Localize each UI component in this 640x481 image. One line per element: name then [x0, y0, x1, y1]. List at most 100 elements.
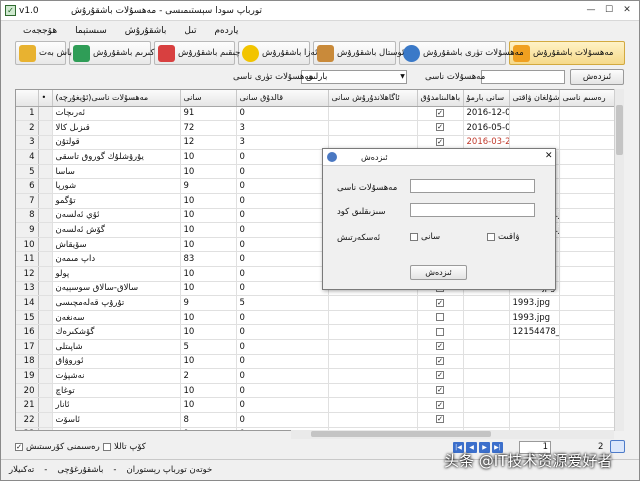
cell-rated[interactable]: ✓: [417, 339, 464, 355]
toolbar-products-button[interactable]: مەھسۇلات باشقۇرۇش: [509, 41, 625, 65]
toolbar-expenses-button[interactable]: چىقىم باشقۇرۇش: [154, 41, 240, 65]
cell-remaining: 0: [236, 281, 329, 297]
product-name-search-input[interactable]: [481, 70, 565, 84]
row-checkbox[interactable]: ✓: [436, 298, 444, 307]
dialog-time-checkbox[interactable]: ۋاقىت: [487, 232, 519, 242]
table-row[interactable]: 19 نەشپۈت 2 0 ✓: [16, 368, 617, 384]
cell-name: داپ مىمەن: [52, 251, 181, 268]
row-checkbox[interactable]: [436, 327, 444, 336]
menu-file[interactable]: ھۆججەت: [23, 26, 57, 36]
table-row[interactable]: 18 ئوروۋاق 10 0 ✓: [16, 354, 617, 370]
close-icon[interactable]: ✕: [619, 4, 635, 17]
cell-remaining: 0: [236, 178, 329, 195]
horizontal-scroll-thumb[interactable]: [311, 431, 491, 437]
cell-alert: [328, 339, 418, 355]
minimize-icon[interactable]: —: [583, 4, 599, 17]
title-bar: ✓ v1.0 تورباپ سودا سېستىمىسى - مەھسۇلات …: [1, 1, 639, 21]
table-row[interactable]: 17 شاپىتلى 5 0 ✓: [16, 339, 617, 355]
cell-rated[interactable]: [417, 310, 464, 326]
table-row[interactable]: 21 ئانار 10 0 ✓: [16, 397, 617, 413]
qty-checkbox-box[interactable]: [410, 233, 418, 241]
search-button[interactable]: ئىزدەش: [570, 69, 624, 85]
row-checkbox[interactable]: ✓: [436, 386, 444, 395]
vertical-scroll-thumb[interactable]: [616, 105, 623, 155]
dialog-close-icon[interactable]: ✕: [545, 151, 553, 161]
table-row[interactable]: 14 تۇرۇپ قەلەمچىسى 9 5 ✓ 1993.jpg: [16, 295, 617, 311]
chevron-down-icon[interactable]: ▼: [398, 71, 407, 83]
col-header-name[interactable]: مەھسۇلات ناسى(ئۇيغۇرچە): [52, 90, 181, 107]
cell-remaining: 3: [236, 120, 329, 136]
row-checkbox[interactable]: ✓: [436, 108, 444, 117]
col-header-has-qty[interactable]: سانى بارمۇ: [463, 90, 510, 107]
toolbar-home-button[interactable]: باش بەت: [15, 41, 72, 65]
row-checkbox[interactable]: ✓: [436, 400, 444, 409]
row-checkbox[interactable]: ✓: [436, 356, 444, 365]
cell-rated[interactable]: ✓: [417, 397, 464, 413]
cell-name: پولو: [52, 266, 181, 282]
row-marker: [38, 310, 53, 326]
table-row[interactable]: 20 توغاچ 10 0 ✓: [16, 383, 617, 399]
grid-vertical-scrollbar[interactable]: [614, 89, 624, 431]
cell-added-time: [463, 383, 510, 399]
cell-rated[interactable]: ✓: [417, 368, 464, 384]
multi-select-checkbox[interactable]: كۆپ تاللا: [103, 442, 146, 452]
toolbar-product-types-button[interactable]: مەھسۇلات تۈرى باشقۇرۇش: [399, 41, 524, 65]
row-number: 2: [16, 120, 39, 136]
row-checkbox[interactable]: ✓: [436, 137, 444, 146]
cell-rated[interactable]: ✓: [417, 120, 464, 136]
dialog-name-input[interactable]: [410, 179, 535, 193]
col-header-added-time[interactable]: قوشۇلغان ۋاقتى: [509, 90, 560, 107]
cell-rated[interactable]: ✓: [417, 106, 464, 122]
cell-image-name: 1993.jpg: [509, 295, 560, 311]
cell-rated[interactable]: ✓: [417, 295, 464, 311]
gear-icon: [403, 44, 420, 62]
income-icon: [73, 44, 90, 62]
row-checkbox[interactable]: ✓: [436, 371, 444, 380]
maximize-icon[interactable]: ☐: [601, 4, 617, 17]
cell-remaining: 0: [236, 412, 329, 428]
table-row[interactable]: 16 گۆشكىرەك100 12154478_1.j: [16, 324, 617, 340]
col-header-remaining[interactable]: قالدۇق سانى: [236, 90, 329, 107]
menu-help[interactable]: ياردەم: [214, 26, 238, 36]
multi-select-box[interactable]: [103, 443, 111, 451]
product-type-select[interactable]: بارلىق ▼: [301, 70, 407, 84]
row-checkbox[interactable]: [436, 313, 444, 322]
table-row[interactable]: 2 قىزىل كالا723 ✓ 2016-05-01 00:00: [16, 120, 617, 136]
cell-rated[interactable]: ✓: [417, 412, 464, 428]
time-checkbox-box[interactable]: [487, 233, 495, 241]
status-user: تەكىيلار: [9, 465, 35, 475]
cell-qty: 9: [180, 178, 237, 195]
row-checkbox[interactable]: ✓: [436, 415, 444, 424]
cell-name: سەنغەن: [52, 310, 181, 326]
row-number: 3: [16, 135, 39, 151]
dialog-qty-checkbox[interactable]: سانى: [410, 232, 440, 242]
toolbar-tables-button[interactable]: ئوستال باشقۇرۇش: [313, 41, 404, 65]
dialog-code-input[interactable]: [410, 203, 535, 217]
cell-rated[interactable]: [417, 324, 464, 340]
cell-qty: 5: [180, 339, 237, 355]
menu-language[interactable]: تىل: [184, 26, 196, 36]
col-header-qty[interactable]: سانى: [180, 90, 237, 107]
menu-system[interactable]: سىستېما: [75, 26, 107, 36]
cell-rated[interactable]: ✓: [417, 354, 464, 370]
col-header-image-name[interactable]: رەسىم ناسى: [559, 90, 617, 107]
cell-qty: 10: [180, 266, 237, 282]
menu-manage[interactable]: باشقۇرۇش: [125, 26, 167, 36]
dialog-search-button[interactable]: ئىزدەش: [410, 265, 467, 280]
cell-rated[interactable]: ✓: [417, 383, 464, 399]
grid-horizontal-scrollbar[interactable]: [291, 430, 614, 439]
toolbar-income-button[interactable]: كىرىم باشقۇرۇش: [69, 41, 154, 65]
status-role: باشقۇرغۇچى: [57, 465, 104, 475]
table-row[interactable]: 1 ئەرىچات910 ✓ 2016-12-01 17:59: [16, 106, 617, 122]
col-header-alert[interactable]: ئاگاھلاندۇرۇش سانى: [328, 90, 418, 107]
show-images-checkbox[interactable]: ✓ رەسىمنى كۆرسىتىش: [15, 442, 100, 452]
row-checkbox[interactable]: ✓: [436, 123, 444, 132]
cell-name: ئۆي ئەلسەن: [52, 208, 181, 224]
toolbar-members-button[interactable]: ئەزا باشقۇرۇش: [238, 41, 317, 65]
table-row[interactable]: 22 ئاسۆت 8 0 ✓: [16, 412, 617, 428]
row-checkbox[interactable]: ✓: [436, 342, 444, 351]
show-images-box[interactable]: ✓: [15, 443, 23, 451]
cell-image-name: 12154478_1.j: [509, 324, 560, 340]
col-header-rated[interactable]: باھالىنامدۇق: [417, 90, 464, 107]
table-row[interactable]: 15 سەنغەن 10 0 1993.jpg: [16, 310, 617, 326]
